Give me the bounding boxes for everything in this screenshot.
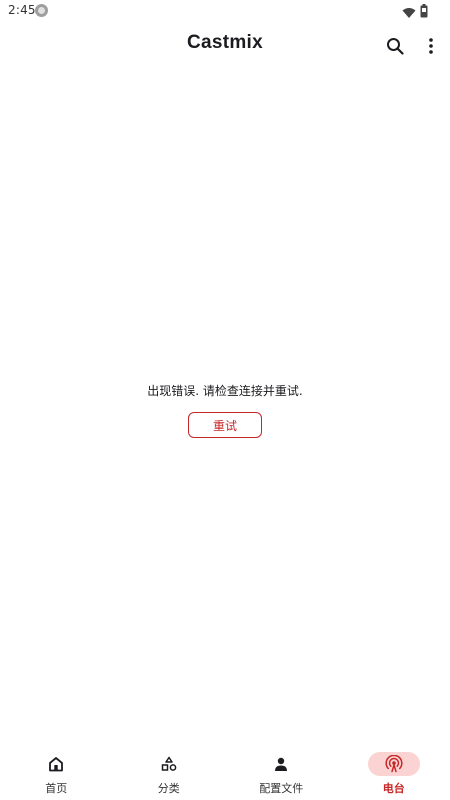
profile-icon xyxy=(255,752,307,776)
nav-label-category: 分类 xyxy=(157,782,180,795)
retry-button[interactable]: 重试 xyxy=(188,412,262,438)
search-icon xyxy=(387,38,404,55)
bottom-navigation: 首页 分类 配置文件 电台 xyxy=(0,748,450,800)
nav-item-category[interactable]: 分类 xyxy=(113,748,226,800)
cast-notification-icon xyxy=(35,4,48,17)
battery-icon xyxy=(420,3,428,22)
status-bar: 2:45 xyxy=(0,0,450,22)
nav-item-radio[interactable]: 电台 xyxy=(338,748,450,800)
home-icon xyxy=(30,752,82,776)
error-message: 出现错误. 请检查连接并重试. xyxy=(147,384,303,398)
more-options-button[interactable] xyxy=(420,35,442,57)
wifi-icon xyxy=(402,4,416,23)
nav-label-radio: 电台 xyxy=(382,782,405,795)
app-title: Castmix xyxy=(186,32,264,53)
category-icon xyxy=(143,752,195,776)
radio-icon xyxy=(367,752,420,776)
nav-label-home: 首页 xyxy=(45,782,68,795)
app-bar: Castmix xyxy=(0,22,450,68)
search-button[interactable] xyxy=(384,35,406,57)
status-time: 2:45 xyxy=(8,3,36,17)
more-vert-icon xyxy=(429,38,433,54)
nav-label-profile: 配置文件 xyxy=(259,782,304,795)
nav-item-home[interactable]: 首页 xyxy=(0,748,113,800)
nav-item-profile[interactable]: 配置文件 xyxy=(225,748,338,800)
